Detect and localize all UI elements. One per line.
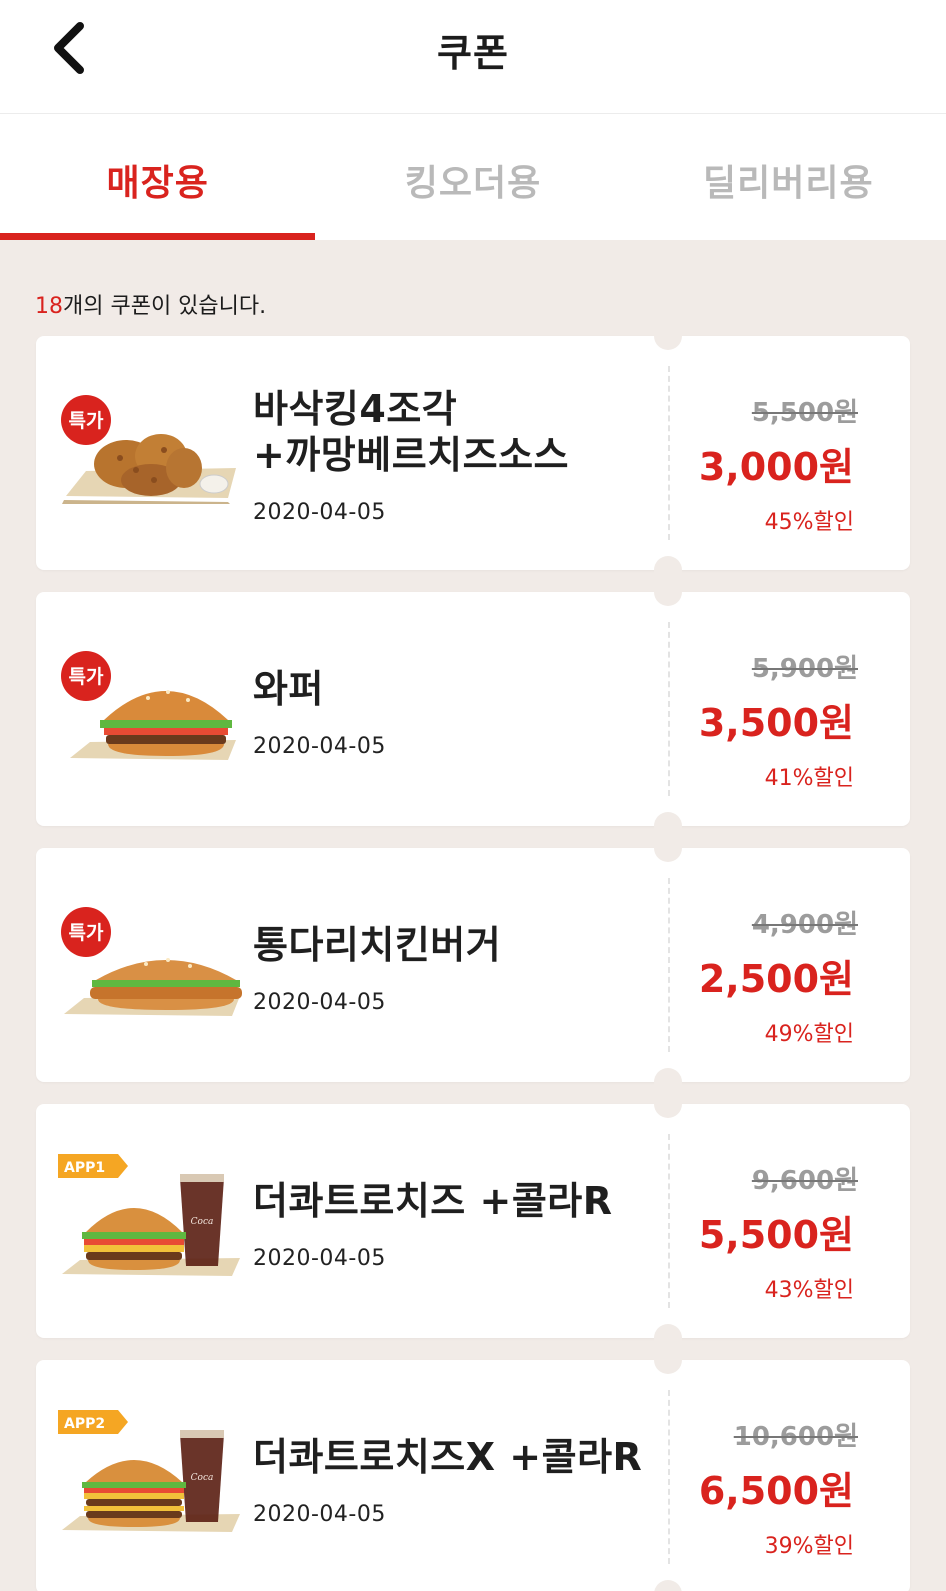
coupon-count-number: 18 (35, 294, 63, 319)
ticket-notch (654, 1346, 682, 1374)
ticket-notch (654, 834, 682, 862)
page-title: 쿠폰 (437, 31, 509, 75)
chicken-burger-image: 특가 (61, 907, 242, 1016)
original-price: 5,900원 (751, 654, 858, 684)
coupon-card[interactable]: 특가 와퍼 2020-04-05 5,900원 3,500원 41%할인 (36, 578, 910, 840)
coupon-date: 2020-04-05 (253, 500, 386, 525)
ticket-divider (668, 366, 670, 540)
coupon-name-line: 더콰트로치즈 +콜라R (253, 1179, 613, 1223)
svg-text:Coca: Coca (191, 1473, 214, 1483)
svg-text:Coca: Coca (191, 1217, 214, 1227)
special-badge-label: 특가 (69, 922, 104, 944)
coupon-price: 3,000원 (698, 445, 854, 489)
coupon-price: 2,500원 (698, 957, 854, 1001)
ticket-notch (654, 1090, 682, 1118)
ticket-divider (668, 878, 670, 1052)
original-price: 4,900원 (751, 910, 858, 940)
coupon-name: 바삭킹4조각 +까망베르치즈소스 (253, 386, 569, 478)
burger-cola-image: Coca APP2 (58, 1410, 240, 1532)
app-badge-label: APP1 (64, 1160, 105, 1176)
discount-rate: 45%할인 (764, 510, 854, 535)
burger-image: 특가 (61, 651, 236, 760)
tab-delivery[interactable]: 딜리버리용 (631, 114, 946, 240)
ticket-notch (654, 578, 682, 606)
coupon-card[interactable]: 특가 바삭킹4조각 +까망베르치즈소스 2020-04-05 5,500원 3,… (36, 322, 910, 584)
discount-rate: 39%할인 (764, 1534, 854, 1559)
coupon-count-text: 개의 쿠폰이 있습니다. (63, 294, 267, 319)
coupon-name-line: 바삭킹4조각 (253, 387, 458, 431)
discount-rate: 43%할인 (764, 1278, 854, 1303)
discount-rate: 41%할인 (764, 766, 854, 791)
coupon-date: 2020-04-05 (253, 1246, 386, 1271)
ticket-divider (668, 1134, 670, 1308)
tab-store[interactable]: 매장용 (0, 114, 316, 240)
app-badge-label: APP2 (64, 1416, 105, 1432)
tab-bar: 매장용 킹오더용 딜리버리용 (0, 114, 946, 240)
coupon-name-line: +까망베르치즈소스 (253, 433, 570, 477)
coupon-name-line: 통다리치킨버거 (253, 923, 502, 967)
header: 쿠폰 (0, 0, 946, 114)
coupon-list: 특가 바삭킹4조각 +까망베르치즈소스 2020-04-05 5,500원 3,… (36, 322, 910, 1591)
coupon-name: 더콰트로치즈X +콜라R (253, 1434, 642, 1480)
coupon-card[interactable]: Coca APP1 더콰트로치즈 +콜라R 2020-04-05 9,600원 … (36, 1090, 910, 1352)
coupon-name: 통다리치킨버거 (253, 922, 501, 968)
coupon-price: 6,500원 (698, 1469, 854, 1513)
chicken-image: 특가 (61, 395, 236, 504)
coupon-date: 2020-04-05 (253, 1502, 386, 1527)
discount-rate: 49%할인 (764, 1022, 854, 1047)
tab-king-order[interactable]: 킹오더용 (315, 114, 630, 240)
special-badge-label: 특가 (69, 410, 104, 432)
coupon-name: 와퍼 (253, 666, 324, 712)
coupon-name-line: 더콰트로치즈X +콜라R (253, 1435, 643, 1479)
coupon-name-line: 와퍼 (253, 667, 324, 711)
coupon-count: 18개의 쿠폰이 있습니다. (35, 288, 266, 320)
coupon-name: 더콰트로치즈 +콜라R (253, 1178, 613, 1224)
coupon-card[interactable]: 특가 통다리치킨버거 2020-04-05 4,900원 2,500원 49%할… (36, 834, 910, 1096)
burger-cola-image: Coca APP1 (58, 1154, 240, 1276)
coupon-date: 2020-04-05 (253, 734, 386, 759)
coupon-price: 3,500원 (698, 701, 854, 745)
ticket-divider (668, 1390, 670, 1564)
original-price: 10,600원 (733, 1422, 858, 1452)
original-price: 5,500원 (751, 398, 858, 428)
coupon-price: 5,500원 (698, 1213, 854, 1257)
coupon-date: 2020-04-05 (253, 990, 386, 1015)
ticket-divider (668, 622, 670, 796)
coupon-card[interactable]: Coca APP2 더콰트로치즈X +콜라R 2020-04-05 10,600… (36, 1346, 910, 1591)
original-price: 9,600원 (751, 1166, 858, 1196)
ticket-notch (654, 1580, 682, 1591)
special-badge-label: 특가 (69, 666, 104, 688)
ticket-notch (654, 322, 682, 350)
